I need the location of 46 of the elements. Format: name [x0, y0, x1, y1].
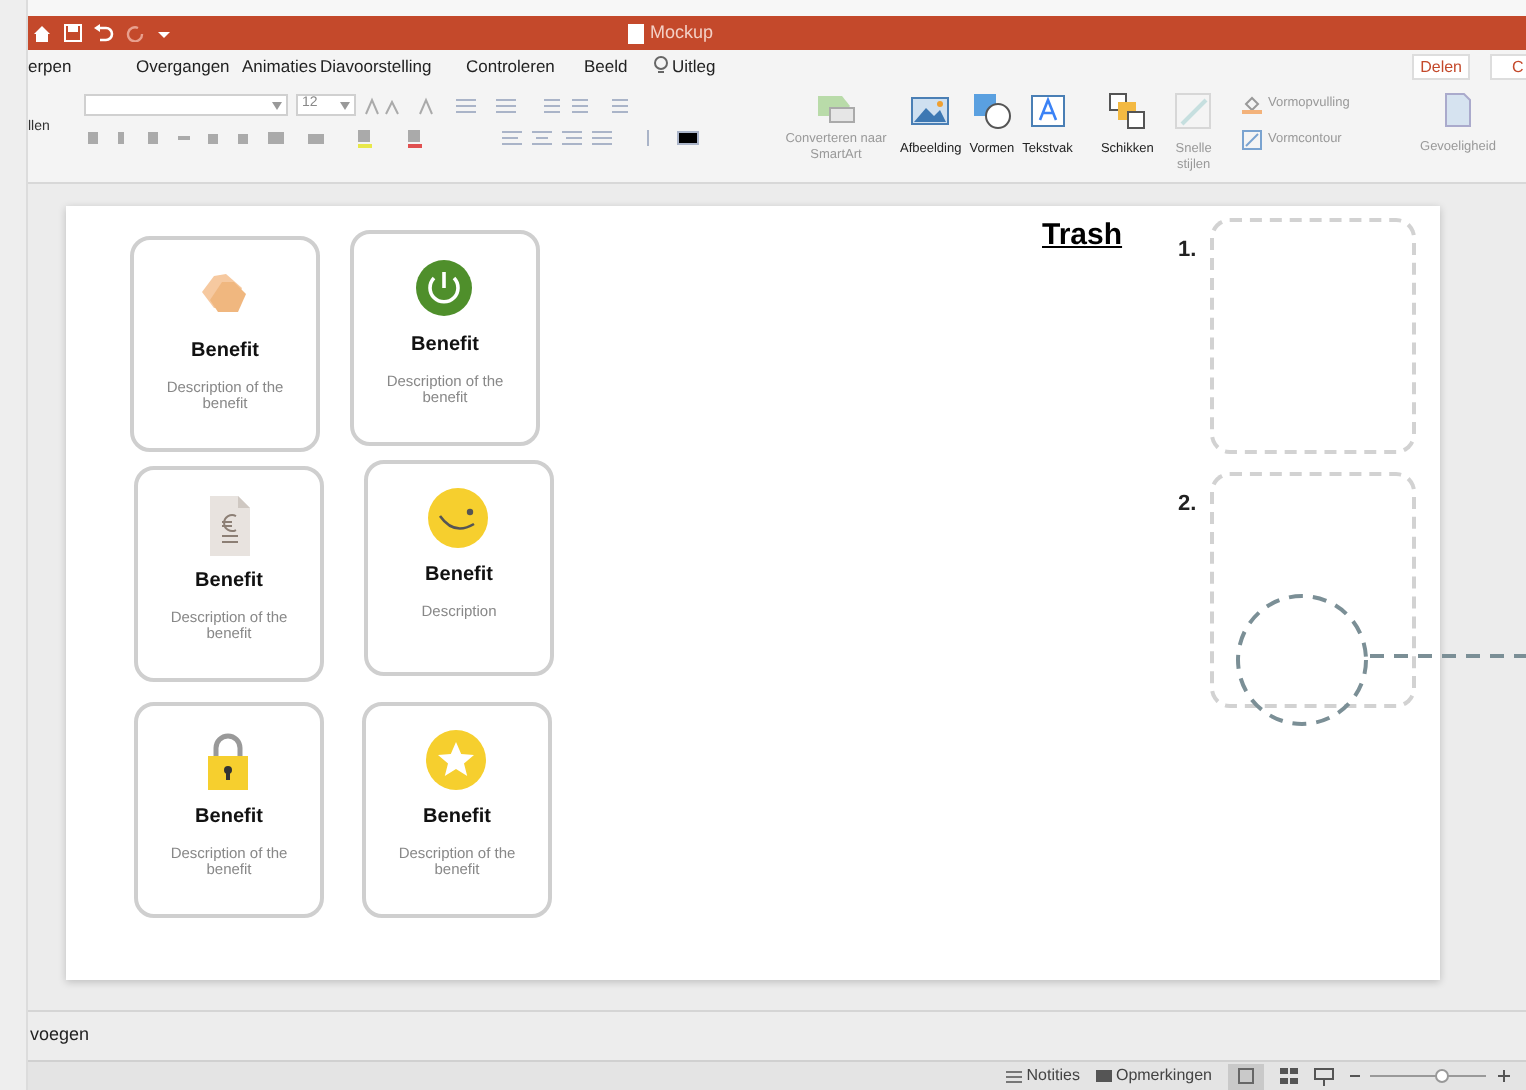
ribbon-tab[interactable]: Animaties	[242, 54, 317, 80]
comments-button[interactable]: Opmerkingen	[1115, 1064, 1212, 1088]
comment-icon	[1095, 1069, 1112, 1083]
trash-heading: Trash	[1042, 216, 1123, 256]
redo-icon[interactable]	[126, 24, 146, 42]
textbox-icon[interactable]	[1027, 92, 1068, 132]
slot-number: 2.	[1178, 490, 1199, 520]
shapes-icon[interactable]	[971, 92, 1012, 132]
caret-icon	[340, 101, 350, 109]
undo-icon[interactable]	[94, 24, 114, 42]
card-title: Benefit	[411, 332, 479, 360]
notes-text[interactable]: voegen	[28, 1022, 90, 1050]
lightbulb-icon	[654, 56, 668, 77]
arrange-icon[interactable]	[1107, 92, 1148, 132]
caret-icon	[272, 101, 282, 109]
ribbon-tab[interactable]: Uitleg	[672, 54, 716, 80]
normal-view-button[interactable]	[1228, 1063, 1264, 1089]
slideshow-icon[interactable]	[1314, 1067, 1334, 1085]
notes-icon	[1006, 1069, 1023, 1083]
home-icon[interactable]	[32, 23, 52, 43]
card-title: Benefit	[191, 338, 259, 366]
zoom-slider-drawing[interactable]	[1350, 1068, 1510, 1084]
share-button[interactable]: Delen	[1412, 54, 1470, 80]
card-title: Benefit	[425, 562, 493, 590]
slot-number: 1.	[1178, 236, 1199, 266]
save-icon[interactable]	[64, 24, 82, 42]
winking-face-icon	[427, 488, 491, 552]
notes-button[interactable]: Notities	[1026, 1064, 1080, 1088]
grid-view-icon[interactable]	[1280, 1068, 1298, 1084]
comments-button[interactable]: C	[1490, 54, 1526, 80]
customize-icon[interactable]	[158, 27, 170, 39]
card-title: Benefit	[195, 804, 263, 832]
card-title: Benefit	[423, 804, 491, 832]
ribbon-tab[interactable]: Diavoorstelling	[320, 54, 432, 80]
ribbon-tab[interactable]: Controleren	[466, 54, 555, 80]
paint-bucket-icon	[1242, 94, 1262, 114]
power-icon	[413, 258, 477, 322]
normal-view-icon	[1238, 1068, 1254, 1084]
card-title: Benefit	[195, 568, 263, 596]
ribbon-tab[interactable]: Beeld	[584, 54, 628, 80]
font-name-field[interactable]	[84, 94, 288, 116]
window-title: Mockup	[650, 20, 714, 46]
ribbon-tab[interactable]: erpen	[28, 54, 72, 80]
ribbon-tab[interactable]: Overgangen	[136, 54, 230, 80]
pen-icon	[1242, 130, 1262, 150]
document-icon	[628, 23, 644, 44]
